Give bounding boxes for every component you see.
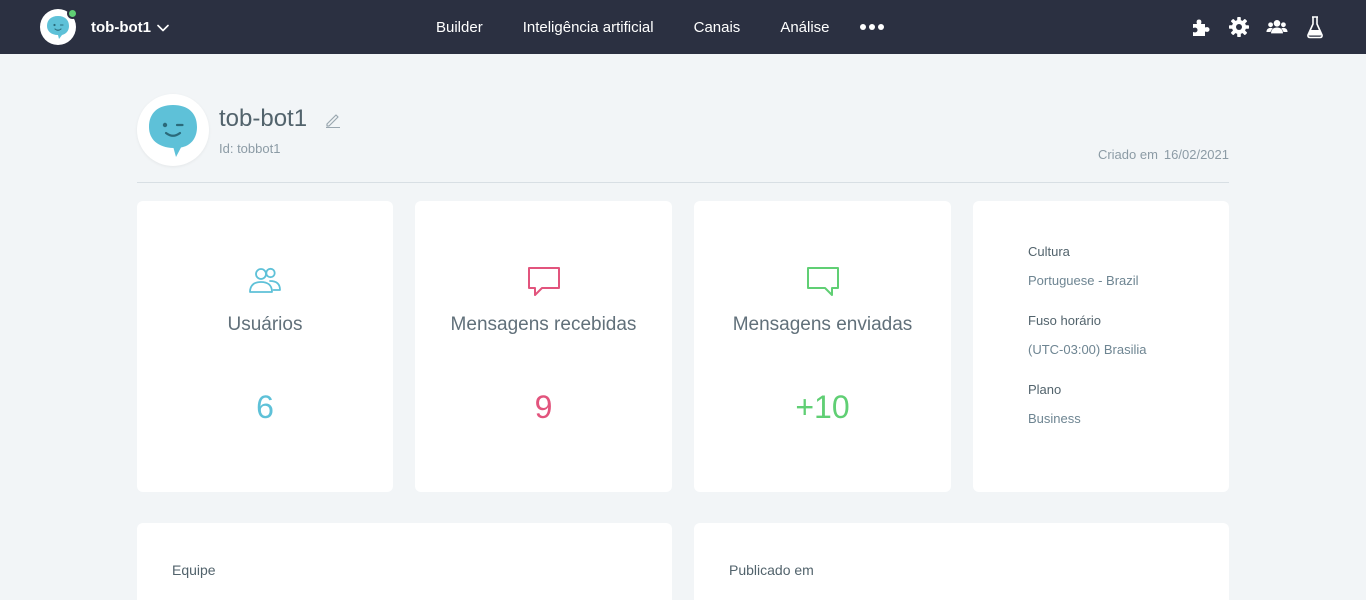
team-icon[interactable] bbox=[1266, 15, 1288, 39]
nav-analysis[interactable]: Análise bbox=[760, 19, 849, 36]
bot-title: tob-bot1 bbox=[219, 105, 308, 132]
timezone-label: Fuso horário bbox=[1028, 313, 1101, 328]
bot-info-card: Cultura Portuguese - Brazil Fuso horário… bbox=[973, 201, 1229, 492]
bot-face-icon bbox=[47, 16, 69, 39]
flask-icon[interactable] bbox=[1304, 15, 1326, 39]
stat-card-messages-sent[interactable]: Mensagens enviadas +10 bbox=[694, 201, 951, 492]
stat-card-users[interactable]: Usuários 6 bbox=[137, 201, 393, 492]
more-dots-icon[interactable] bbox=[850, 17, 894, 37]
created-value: 16/02/2021 bbox=[1163, 147, 1229, 162]
plan-info: Plano Business bbox=[1028, 382, 1081, 426]
nav-channels[interactable]: Canais bbox=[674, 19, 761, 36]
puzzle-icon[interactable] bbox=[1190, 15, 1212, 39]
chevron-down-icon bbox=[157, 24, 169, 32]
stat-label: Mensagens recebidas bbox=[450, 314, 637, 335]
top-navigation-bar: tob-bot1 Builder Inteligência artificial… bbox=[0, 0, 1366, 54]
nav-artificial-intelligence[interactable]: Inteligência artificial bbox=[503, 19, 674, 36]
team-card: Equipe bbox=[137, 523, 672, 600]
top-right-icons bbox=[1190, 15, 1326, 39]
pencil-icon[interactable] bbox=[325, 112, 341, 128]
online-status-dot bbox=[67, 8, 78, 19]
stat-value: 9 bbox=[534, 389, 553, 425]
team-title: Equipe bbox=[172, 562, 216, 578]
stat-label: Mensagens enviadas bbox=[732, 314, 913, 335]
bot-face-icon bbox=[149, 105, 197, 157]
nav-builder[interactable]: Builder bbox=[416, 19, 503, 36]
bot-avatar-large bbox=[137, 94, 209, 166]
culture-info: Cultura Portuguese - Brazil bbox=[1028, 244, 1139, 288]
gear-icon[interactable] bbox=[1228, 15, 1250, 39]
timezone-value: (UTC-03:00) Brasilia bbox=[1028, 342, 1147, 357]
culture-label: Cultura bbox=[1028, 244, 1070, 259]
chat-received-icon bbox=[527, 267, 560, 296]
stat-value: 6 bbox=[256, 389, 274, 425]
stat-card-messages-received[interactable]: Mensagens recebidas 9 bbox=[415, 201, 672, 492]
published-title: Publicado em bbox=[729, 562, 814, 578]
created-date: Criado em 16/02/2021 bbox=[1098, 147, 1229, 162]
timezone-info: Fuso horário (UTC-03:00) Brasilia bbox=[1028, 313, 1146, 357]
main-nav: Builder Inteligência artificial Canais A… bbox=[416, 0, 894, 54]
plan-value: Business bbox=[1028, 411, 1081, 426]
bot-selector[interactable]: tob-bot1 bbox=[40, 8, 169, 45]
stat-label: Usuários bbox=[227, 314, 303, 335]
culture-value: Portuguese - Brazil bbox=[1028, 273, 1139, 288]
bot-id: Id: tobbot1 bbox=[219, 141, 281, 156]
bot-avatar bbox=[40, 8, 78, 45]
bot-selector-name: tob-bot1 bbox=[91, 18, 151, 36]
chat-sent-icon bbox=[806, 267, 839, 296]
stat-value: +10 bbox=[795, 389, 850, 425]
bot-header: tob-bot1 Id: tobbot1 Criado em 16/02/2021 bbox=[137, 94, 1229, 183]
users-icon bbox=[249, 267, 281, 293]
created-label: Criado em bbox=[1097, 147, 1158, 162]
plan-label: Plano bbox=[1028, 382, 1062, 397]
published-card: Publicado em bbox=[694, 523, 1229, 600]
